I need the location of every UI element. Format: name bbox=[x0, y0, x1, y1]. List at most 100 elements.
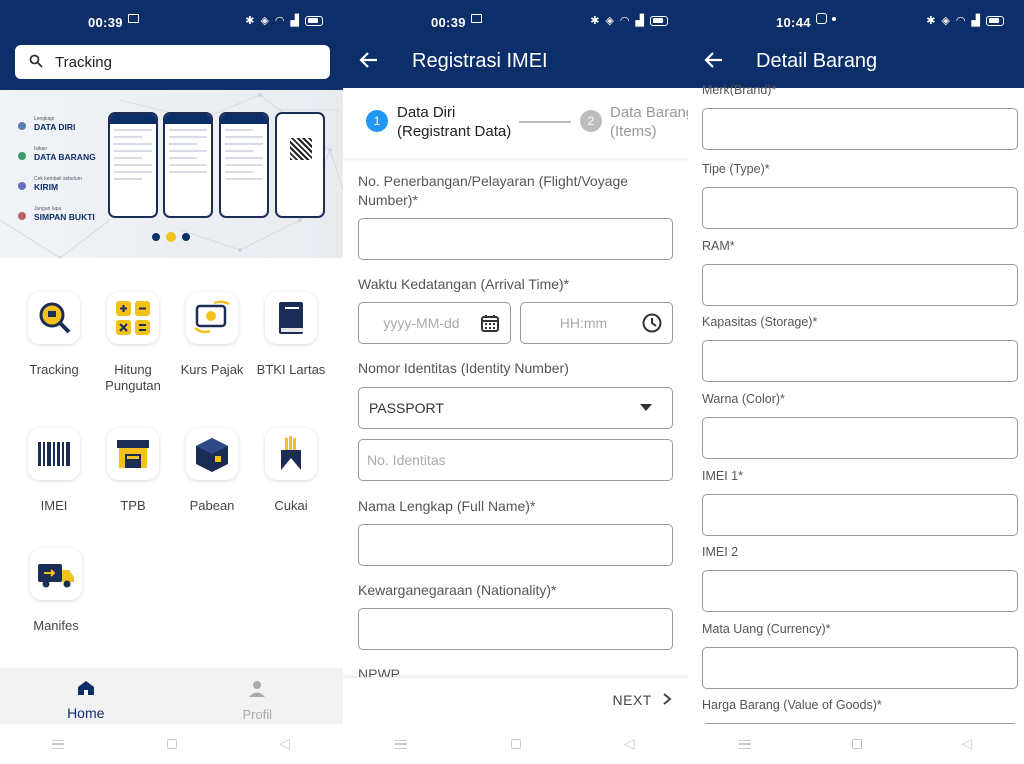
status-bar: 00:39 ✱ ◈ ◠ ▟ bbox=[343, 0, 688, 38]
registration-screen: 00:39 ✱ ◈ ◠ ▟ Registrasi IMEI 1 Data Dir… bbox=[343, 0, 688, 764]
time-placeholder: HH:mm bbox=[559, 315, 608, 331]
banner-phone-mockup bbox=[163, 112, 213, 218]
carousel-dot-active[interactable] bbox=[166, 232, 176, 242]
search-bar[interactable] bbox=[15, 45, 330, 79]
menu-label: Kurs Pajak bbox=[180, 362, 244, 377]
menu-cukai[interactable]: Cukai bbox=[251, 428, 331, 514]
back-arrow-icon[interactable] bbox=[359, 50, 379, 76]
date-placeholder: yyyy-MM-dd bbox=[383, 315, 460, 331]
arrival-time-input[interactable]: HH:mm bbox=[520, 302, 673, 344]
bluetooth-icon: ✱ bbox=[926, 15, 936, 27]
menu-label: TPB bbox=[120, 498, 146, 513]
page-title: Detail Barang bbox=[756, 50, 878, 72]
dropdown-caret-icon bbox=[640, 404, 652, 411]
step-title: SIMPAN BUKTI bbox=[34, 212, 95, 222]
recent-apps-icon[interactable] bbox=[738, 739, 751, 749]
menu-label: Cukai bbox=[274, 498, 308, 513]
step-1-label[interactable]: Data Diri (Registrant Data) bbox=[397, 103, 511, 141]
identity-number-input[interactable] bbox=[358, 439, 673, 481]
menu-manifes[interactable]: Manifes bbox=[16, 548, 96, 634]
bluetooth-icon: ✱ bbox=[590, 15, 600, 27]
status-icons: ✱ ◈ ◠ ▟ bbox=[926, 14, 1004, 27]
flight-number-input[interactable] bbox=[358, 218, 673, 260]
carousel-dots[interactable] bbox=[152, 232, 190, 242]
wifi-icon: ◠ bbox=[619, 15, 630, 27]
back-arrow-icon[interactable] bbox=[704, 50, 724, 76]
brand-label: Merk(Brand)* bbox=[702, 84, 777, 96]
status-bar: 10:44 ✱ ◈ ◠ ▟ bbox=[688, 0, 1024, 38]
nationality-input[interactable] bbox=[358, 608, 673, 650]
carousel-dot[interactable] bbox=[182, 233, 190, 241]
system-back-icon[interactable] bbox=[961, 735, 973, 752]
vibrate-icon: ◈ bbox=[941, 15, 950, 27]
banner-phone-mockup bbox=[219, 112, 269, 218]
notification-dot-icon bbox=[832, 17, 836, 21]
menu-label: Pabean bbox=[189, 498, 235, 513]
nav-home[interactable]: Home bbox=[0, 668, 172, 724]
calendar-icon[interactable] bbox=[480, 313, 500, 338]
step-2-indicator: 2 bbox=[580, 110, 602, 132]
imei1-input[interactable] bbox=[702, 494, 1018, 536]
system-home-icon[interactable] bbox=[851, 739, 862, 749]
menu-btki-lartas[interactable]: BTKI Lartas bbox=[251, 292, 331, 378]
person-icon bbox=[249, 681, 266, 697]
storage-input[interactable] bbox=[702, 340, 1018, 382]
ram-input[interactable] bbox=[702, 264, 1018, 306]
system-navbar bbox=[0, 724, 343, 764]
imei2-input[interactable] bbox=[702, 570, 1018, 612]
search-icon bbox=[29, 54, 45, 71]
home-icon bbox=[77, 681, 94, 695]
identity-type-select[interactable]: PASSPORT bbox=[358, 387, 673, 429]
storage-label: Kapasitas (Storage)* bbox=[702, 315, 818, 329]
next-button[interactable]: NEXT bbox=[613, 692, 672, 708]
step-2-title: Data Barang bbox=[610, 104, 688, 121]
step-2-label[interactable]: Data Barang (Items) bbox=[610, 103, 688, 141]
arrival-date-input[interactable]: yyyy-MM-dd bbox=[358, 302, 511, 344]
step-data-barang: Isikan DATA BARANG bbox=[18, 146, 108, 162]
imei2-label: IMEI 2 bbox=[702, 545, 739, 559]
wifi-icon: ◠ bbox=[955, 15, 966, 27]
promo-banner[interactable]: Lengkapi DATA DIRI Isikan DATA BARANG Ce… bbox=[0, 90, 343, 258]
bluetooth-icon: ✱ bbox=[245, 15, 255, 27]
system-home-icon[interactable] bbox=[167, 739, 178, 749]
menu-tpb[interactable]: TPB bbox=[93, 428, 173, 514]
screenshot-icon bbox=[128, 14, 139, 23]
nav-home-label: Home bbox=[67, 705, 105, 721]
step-kirim: Cek kembali sebelum KIRIM bbox=[18, 176, 108, 192]
recent-apps-icon[interactable] bbox=[51, 739, 64, 749]
currency-input[interactable] bbox=[702, 647, 1018, 689]
item-detail-form: Merk(Brand)* Tipe (Type)* RAM* Kapasitas… bbox=[702, 84, 1018, 724]
item-detail-screen: 10:44 ✱ ◈ ◠ ▟ Detail Barang Merk(Brand)* bbox=[688, 0, 1024, 764]
step-1-indicator: 1 bbox=[366, 110, 388, 132]
menu-kurs-pajak[interactable]: Kurs Pajak bbox=[172, 292, 252, 378]
system-back-icon[interactable] bbox=[624, 735, 636, 752]
menu-hitung-pungutan[interactable]: Hitung Pungutan bbox=[93, 292, 173, 394]
wifi-icon: ◠ bbox=[274, 15, 285, 27]
recent-apps-icon[interactable] bbox=[395, 739, 408, 749]
color-label: Warna (Color)* bbox=[702, 392, 785, 406]
next-label: NEXT bbox=[612, 692, 652, 708]
banner-phone-mockup bbox=[275, 112, 325, 218]
status-time: 00:39 bbox=[431, 15, 466, 30]
currency-label: Mata Uang (Currency)* bbox=[702, 622, 831, 636]
brand-input[interactable] bbox=[702, 108, 1018, 150]
menu-pabean[interactable]: Pabean bbox=[172, 428, 252, 514]
system-home-icon[interactable] bbox=[511, 739, 522, 749]
search-input[interactable] bbox=[55, 53, 305, 71]
menu-imei[interactable]: IMEI bbox=[14, 428, 94, 514]
menu-tracking[interactable]: Tracking bbox=[14, 292, 94, 378]
system-back-icon[interactable] bbox=[279, 735, 291, 752]
clock-icon[interactable] bbox=[642, 313, 662, 338]
full-name-input[interactable] bbox=[358, 524, 673, 566]
vibrate-icon: ◈ bbox=[605, 15, 614, 27]
currency-exchange-icon bbox=[194, 300, 230, 334]
color-input[interactable] bbox=[702, 417, 1018, 459]
chevron-right-icon bbox=[663, 693, 672, 705]
home-screen: 00:39 ✱ ◈ ◠ ▟ Tracking Lengkapi DATA DIR… bbox=[0, 0, 343, 764]
type-input[interactable] bbox=[702, 187, 1018, 229]
step-data-diri: Lengkapi DATA DIRI bbox=[18, 116, 108, 132]
banner-phone-mockup bbox=[108, 112, 158, 218]
signal-icon: ▟ bbox=[290, 15, 299, 27]
nav-profile[interactable]: Profil bbox=[172, 668, 344, 724]
carousel-dot[interactable] bbox=[152, 233, 160, 241]
